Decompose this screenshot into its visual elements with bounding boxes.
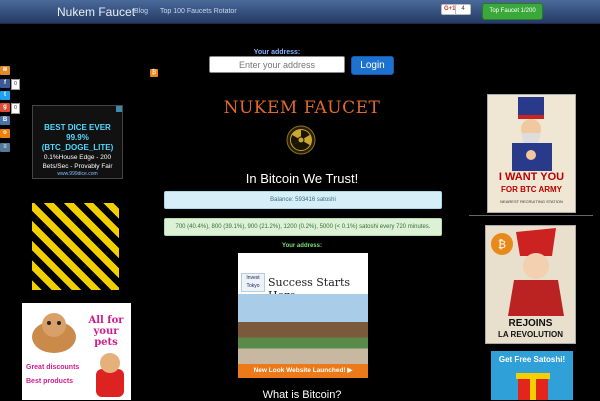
radiation-logo-icon [286, 125, 316, 155]
balance-alert: Balance: 593416 satoshi [164, 191, 442, 209]
gift-box-icon [516, 373, 550, 400]
pet-ad-products: Best products [26, 378, 74, 385]
googleplus-icon[interactable]: g [0, 103, 10, 112]
revolution-girl-icon: ₿ [491, 228, 564, 316]
invest-tokyo-logo: Invest Tokyo [241, 273, 265, 292]
free-satoshi-ad[interactable]: Get Free Satoshi! [491, 351, 573, 400]
top-faucet-button[interactable]: Top Faucet 1/200 [482, 3, 543, 20]
dice-ad[interactable]: BEST DICE EVER 99.9% (BTC_DOGE_LITE) 0.1… [32, 105, 123, 179]
free-satoshi-title: Get Free Satoshi! [498, 355, 566, 364]
bitcoin-small-icon: ₿ [150, 69, 158, 77]
adchoices-icon[interactable] [116, 106, 122, 112]
captcha-area[interactable] [238, 253, 368, 270]
share-count: 0 [11, 103, 20, 114]
uncle-sam-poster-ad[interactable]: I WANT YOU FOR BTC ARMY NEAREST RECRUITI… [487, 94, 576, 213]
slogan: In Bitcoin We Trust! [245, 171, 359, 186]
share-count: 0 [11, 79, 20, 90]
dice-ad-headline: BEST DICE EVER 99.9% (BTC_DOGE_LITE) [41, 123, 114, 152]
dog-in-sweater-icon [96, 353, 124, 397]
brand-link[interactable]: Nukem Faucet [57, 5, 135, 19]
pet-dog-icon [32, 313, 76, 353]
address-input[interactable] [209, 56, 345, 73]
striped-banner-ad[interactable] [32, 203, 119, 290]
poster1-line1: I WANT YOU [498, 171, 565, 183]
pet-ad-tagline: All for your pets [88, 315, 124, 348]
nav-link-blog[interactable]: Blog [134, 8, 148, 15]
rewards-alert: 700 (40.4%), 800 (39.1%), 900 (21.2%), 1… [164, 218, 442, 236]
tokyo-ad-footer[interactable]: New Look Website Launched! ▶ [238, 364, 368, 378]
dice-ad-body: 0.1%House Edge - 200 Bets/Sec - Provably… [42, 154, 113, 170]
poster1-line2: FOR BTC ARMY [500, 185, 563, 194]
login-button[interactable]: Login [351, 56, 394, 75]
vk-icon[interactable]: B [0, 116, 10, 125]
tokyo-ad[interactable]: Invest Tokyo Success Starts Here New Loo… [238, 270, 368, 378]
address-label: Your address: [253, 49, 301, 56]
nav-link-rotator[interactable]: Top 100 Faucets Rotator [160, 8, 237, 15]
address-label-secondary: Your address: [282, 243, 322, 249]
dice-ad-url[interactable]: www.999dice.com [33, 171, 122, 177]
pet-store-ad[interactable]: All for your pets Great discounts Best p… [22, 303, 131, 400]
share-rss-icon[interactable]: ≋ [0, 66, 10, 75]
site-title: NUKEM FAUCET [223, 98, 381, 118]
poster2-line1: REJOINS [508, 318, 553, 329]
tokyo-station-photo [238, 294, 368, 364]
what-is-bitcoin-heading: What is Bitcoin? [262, 389, 342, 401]
more-share-icon[interactable]: ≡ [0, 143, 10, 152]
uncle-sam-icon [512, 97, 552, 171]
poster1-line3: NEAREST RECRUITING STATION [500, 199, 563, 204]
odnoklassniki-icon[interactable]: o [0, 129, 10, 138]
poster2-line2: LA REVOLUTION [497, 330, 564, 339]
twitter-icon[interactable]: t [0, 91, 10, 100]
gplus-count: 4 [455, 4, 471, 15]
svg-text:₿: ₿ [498, 238, 506, 251]
revolution-poster-ad[interactable]: ₿ REJOINS LA REVOLUTION [485, 225, 576, 344]
divider [469, 215, 593, 216]
pet-ad-discounts: Great discounts [26, 364, 80, 371]
facebook-icon[interactable]: f [0, 79, 10, 88]
